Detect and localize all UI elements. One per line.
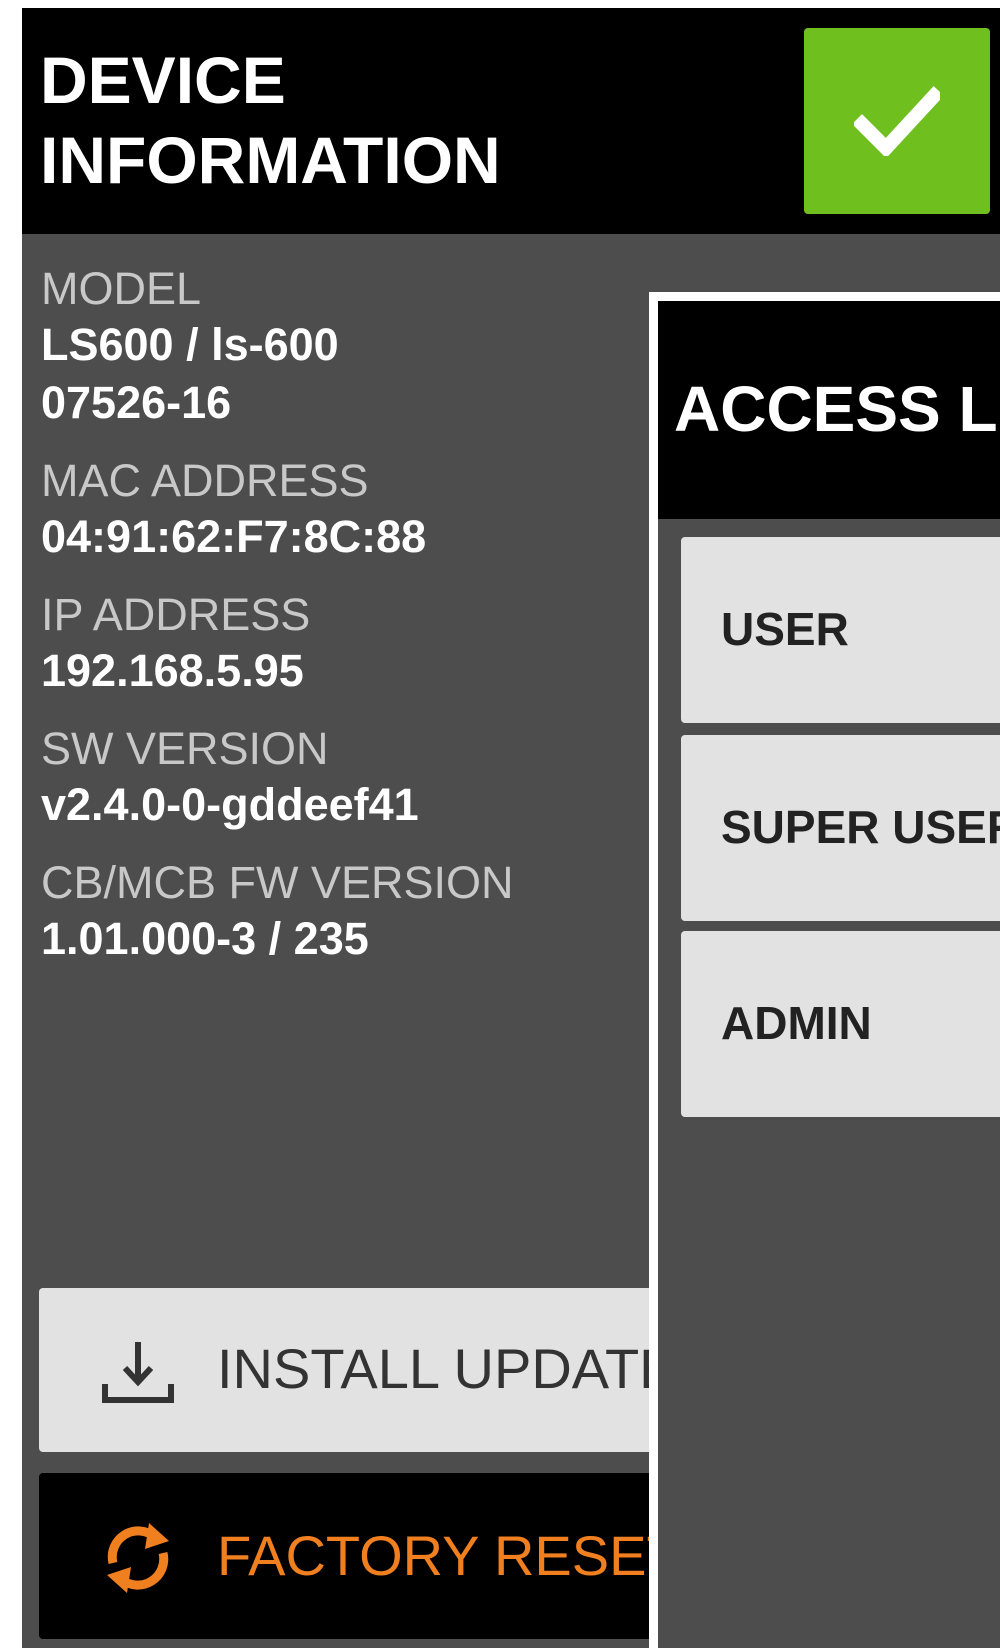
refresh-icon	[107, 1523, 169, 1593]
confirm-button[interactable]	[804, 28, 990, 214]
info-value: 04:91:62:F7:8C:88	[41, 511, 427, 562]
device-info-screen: DEVICE INFORMATION MODEL LS600 / ls-600 …	[22, 8, 1000, 1648]
info-label: MAC ADDRESS	[41, 455, 369, 506]
dialog-body: ACCESS L USER SUPER USER ADMIN	[658, 301, 1000, 1648]
info-label: SW VERSION	[41, 723, 329, 774]
dialog-title: ACCESS L	[674, 373, 998, 445]
info-model: MODEL LS600 / ls-600 07526-16	[41, 262, 641, 432]
info-label: IP ADDRESS	[41, 589, 311, 640]
access-option-label: SUPER USER	[721, 801, 1000, 853]
access-option-admin[interactable]: ADMIN	[681, 931, 1000, 1117]
install-update-button[interactable]: INSTALL UPDATE	[39, 1288, 677, 1452]
device-info-list: MODEL LS600 / ls-600 07526-16 MAC ADDRES…	[41, 262, 641, 990]
info-label: MODEL	[41, 263, 202, 314]
access-option-super-user[interactable]: SUPER USER	[681, 735, 1000, 921]
checkmark-icon	[854, 86, 940, 156]
info-fw-version: CB/MCB FW VERSION 1.01.000-3 / 235	[41, 856, 641, 968]
access-option-user[interactable]: USER	[681, 537, 1000, 723]
header-bar: DEVICE INFORMATION	[22, 8, 1000, 234]
page-title: DEVICE INFORMATION	[40, 43, 501, 197]
access-level-dialog: ACCESS L USER SUPER USER ADMIN	[649, 292, 1000, 1648]
info-value: 192.168.5.95	[41, 645, 304, 696]
info-value: 07526-16	[41, 377, 232, 428]
access-option-label: USER	[721, 603, 849, 655]
factory-reset-button[interactable]: FACTORY RESET	[39, 1473, 681, 1639]
info-ip-address: IP ADDRESS 192.168.5.95	[41, 588, 641, 700]
info-sw-version: SW VERSION v2.4.0-0-gddeef41	[41, 722, 641, 834]
info-value: 1.01.000-3 / 235	[41, 913, 369, 964]
dialog-header: ACCESS L	[658, 301, 1000, 519]
access-option-label: ADMIN	[721, 997, 872, 1049]
info-value: LS600 / ls-600	[41, 319, 339, 370]
info-label: CB/MCB FW VERSION	[41, 857, 514, 908]
info-value: v2.4.0-0-gddeef41	[41, 779, 419, 830]
factory-reset-label: FACTORY RESET	[217, 1524, 681, 1587]
download-icon	[102, 1342, 174, 1403]
install-update-label: INSTALL UPDATE	[217, 1337, 677, 1400]
info-mac-address: MAC ADDRESS 04:91:62:F7:8C:88	[41, 454, 641, 566]
